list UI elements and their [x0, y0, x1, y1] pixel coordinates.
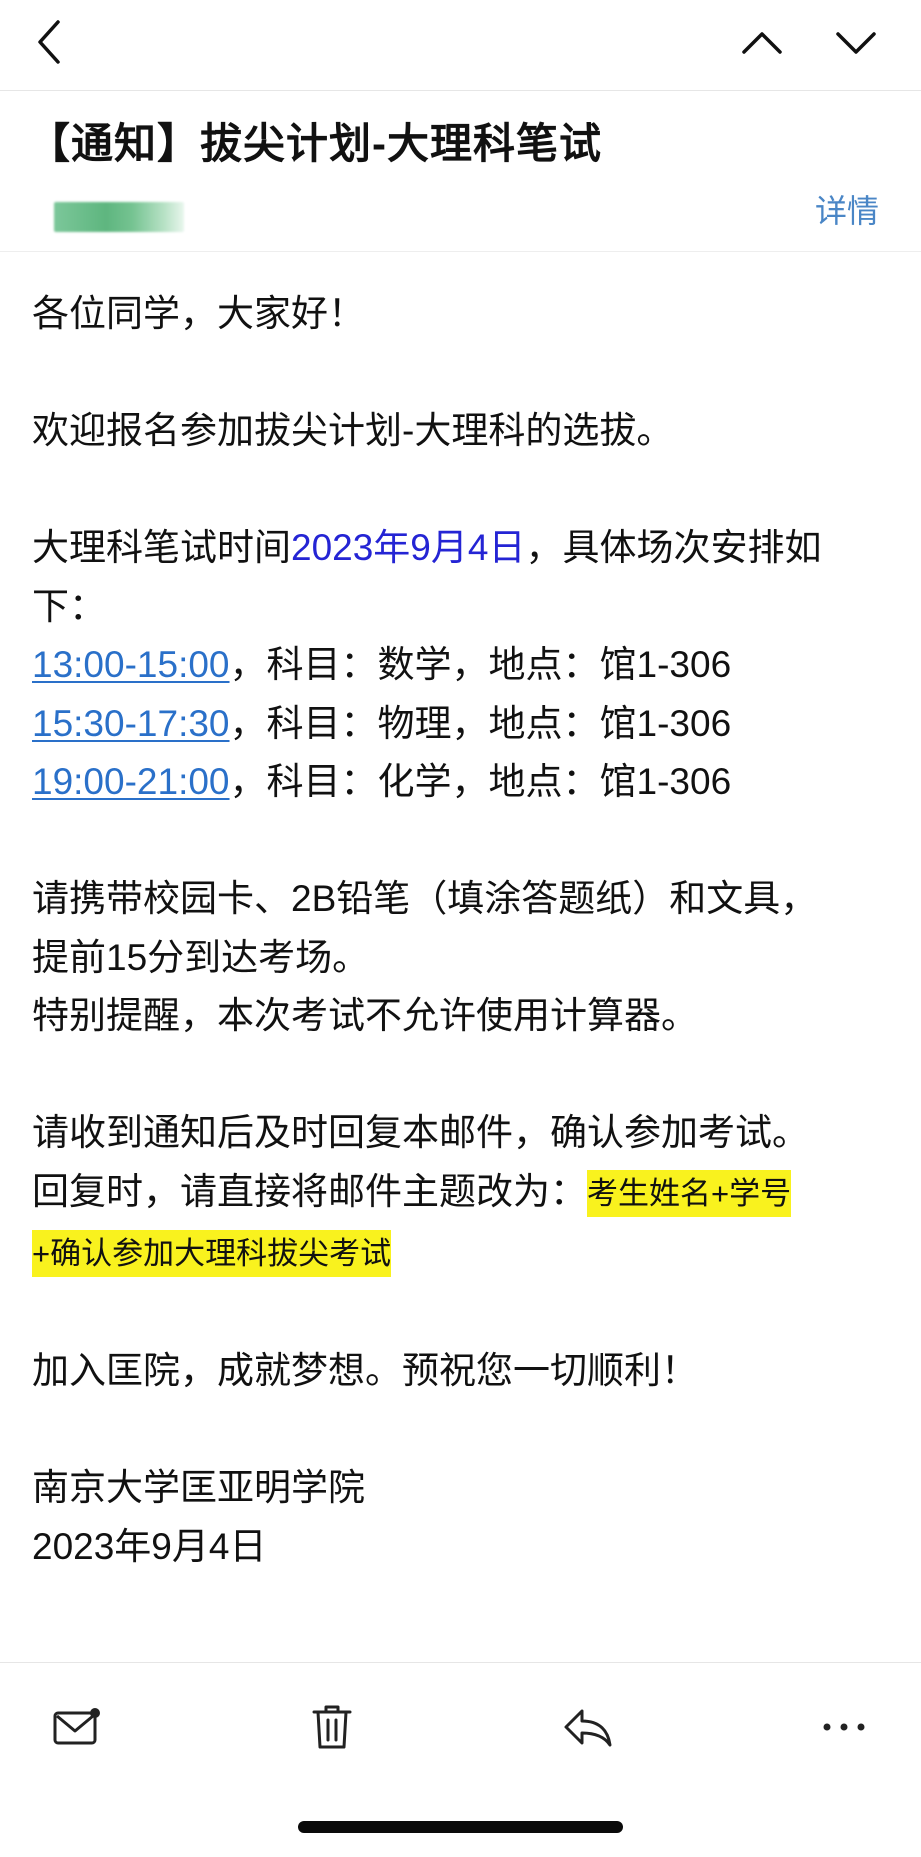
exam-date-link[interactable]: 2023年9月4日 — [291, 527, 525, 568]
schedule-intro-prefix: 大理科笔试时间 — [32, 527, 291, 568]
session-time-link[interactable]: 15:30-17:30 — [32, 703, 230, 744]
previous-mail-button[interactable] — [730, 10, 794, 74]
reply-subject-prefix: 回复时，请直接将邮件主题改为： — [32, 1170, 587, 1212]
arrive-early-text: 提前15分到达考场。 — [32, 936, 370, 978]
closing-text: 加入匡院，成就梦想。预祝您一切顺利！ — [32, 1350, 698, 1391]
reply-icon — [564, 1709, 612, 1747]
session-time-link[interactable]: 13:00-15:00 — [32, 644, 230, 685]
home-indicator — [298, 1821, 623, 1833]
session-row: 19:00-21:00，科目：化学，地点：馆1-306 — [32, 753, 892, 812]
session-row: 15:30-17:30，科目：物理，地点：馆1-306 — [32, 695, 892, 754]
trash-icon — [312, 1705, 352, 1749]
reply-instruction-text: 请收到通知后及时回复本邮件，确认参加考试。 — [32, 1112, 809, 1153]
bring-items-text: 请携带校园卡、2B铅笔（填涂答题纸）和文具， — [32, 878, 818, 919]
mail-subject: 【通知】拔尖计划-大理科笔试 — [28, 120, 602, 167]
reply-subject-instruction: 回复时，请直接将邮件主题改为：考生姓名+学号 — [32, 1163, 892, 1224]
highlighted-subject-part2: +确认参加大理科拔尖考试 — [32, 1230, 392, 1277]
next-mail-button[interactable] — [824, 10, 888, 74]
mark-unread-button[interactable] — [45, 1695, 109, 1759]
sender-avatar-blurred — [54, 202, 184, 232]
mail-body: 各位同学，大家好！ 欢迎报名参加拔尖计划-大理科的选拔。 大理科笔试时间2023… — [32, 285, 892, 1576]
chevron-up-icon — [742, 32, 782, 54]
highlighted-subject-part1: 考生姓名+学号 — [587, 1169, 792, 1217]
chevron-left-icon — [38, 20, 60, 64]
more-icon — [823, 1723, 865, 1731]
session-detail: ，科目：化学，地点：馆1-306 — [229, 761, 732, 802]
session-time-link[interactable]: 19:00-21:00 — [32, 761, 230, 802]
reply-button[interactable] — [556, 1695, 620, 1759]
session-detail: ，科目：物理，地点：馆1-306 — [229, 702, 732, 744]
schedule-intro-suffix: ，具体场次安排如 — [525, 527, 822, 568]
back-button[interactable] — [18, 10, 82, 74]
session-row: 13:00-15:00，科目：数学，地点：馆1-306 — [32, 636, 892, 695]
mail-unread-icon — [53, 1708, 100, 1745]
delete-button[interactable] — [300, 1695, 364, 1759]
signature-org: 南京大学匡亚明学院 — [32, 1467, 365, 1508]
reminder-text: 特别提醒，本次考试不允许使用计算器。 — [32, 995, 698, 1036]
session-detail: ，科目：数学，地点：馆1-306 — [229, 644, 732, 685]
more-button[interactable] — [812, 1695, 876, 1759]
details-link[interactable]: 详情 — [815, 186, 879, 232]
greeting-text: 各位同学，大家好！ — [32, 293, 365, 334]
schedule-intro-tail: 下： — [32, 585, 106, 627]
schedule-intro: 大理科笔试时间2023年9月4日，具体场次安排如 — [32, 519, 892, 578]
chevron-down-icon — [836, 32, 876, 54]
welcome-text: 欢迎报名参加拔尖计划-大理科的选拔。 — [32, 410, 674, 451]
signature-date: 2023年9月4日 — [32, 1525, 267, 1567]
reply-subject-continued: +确认参加大理科拔尖考试 — [32, 1223, 892, 1284]
